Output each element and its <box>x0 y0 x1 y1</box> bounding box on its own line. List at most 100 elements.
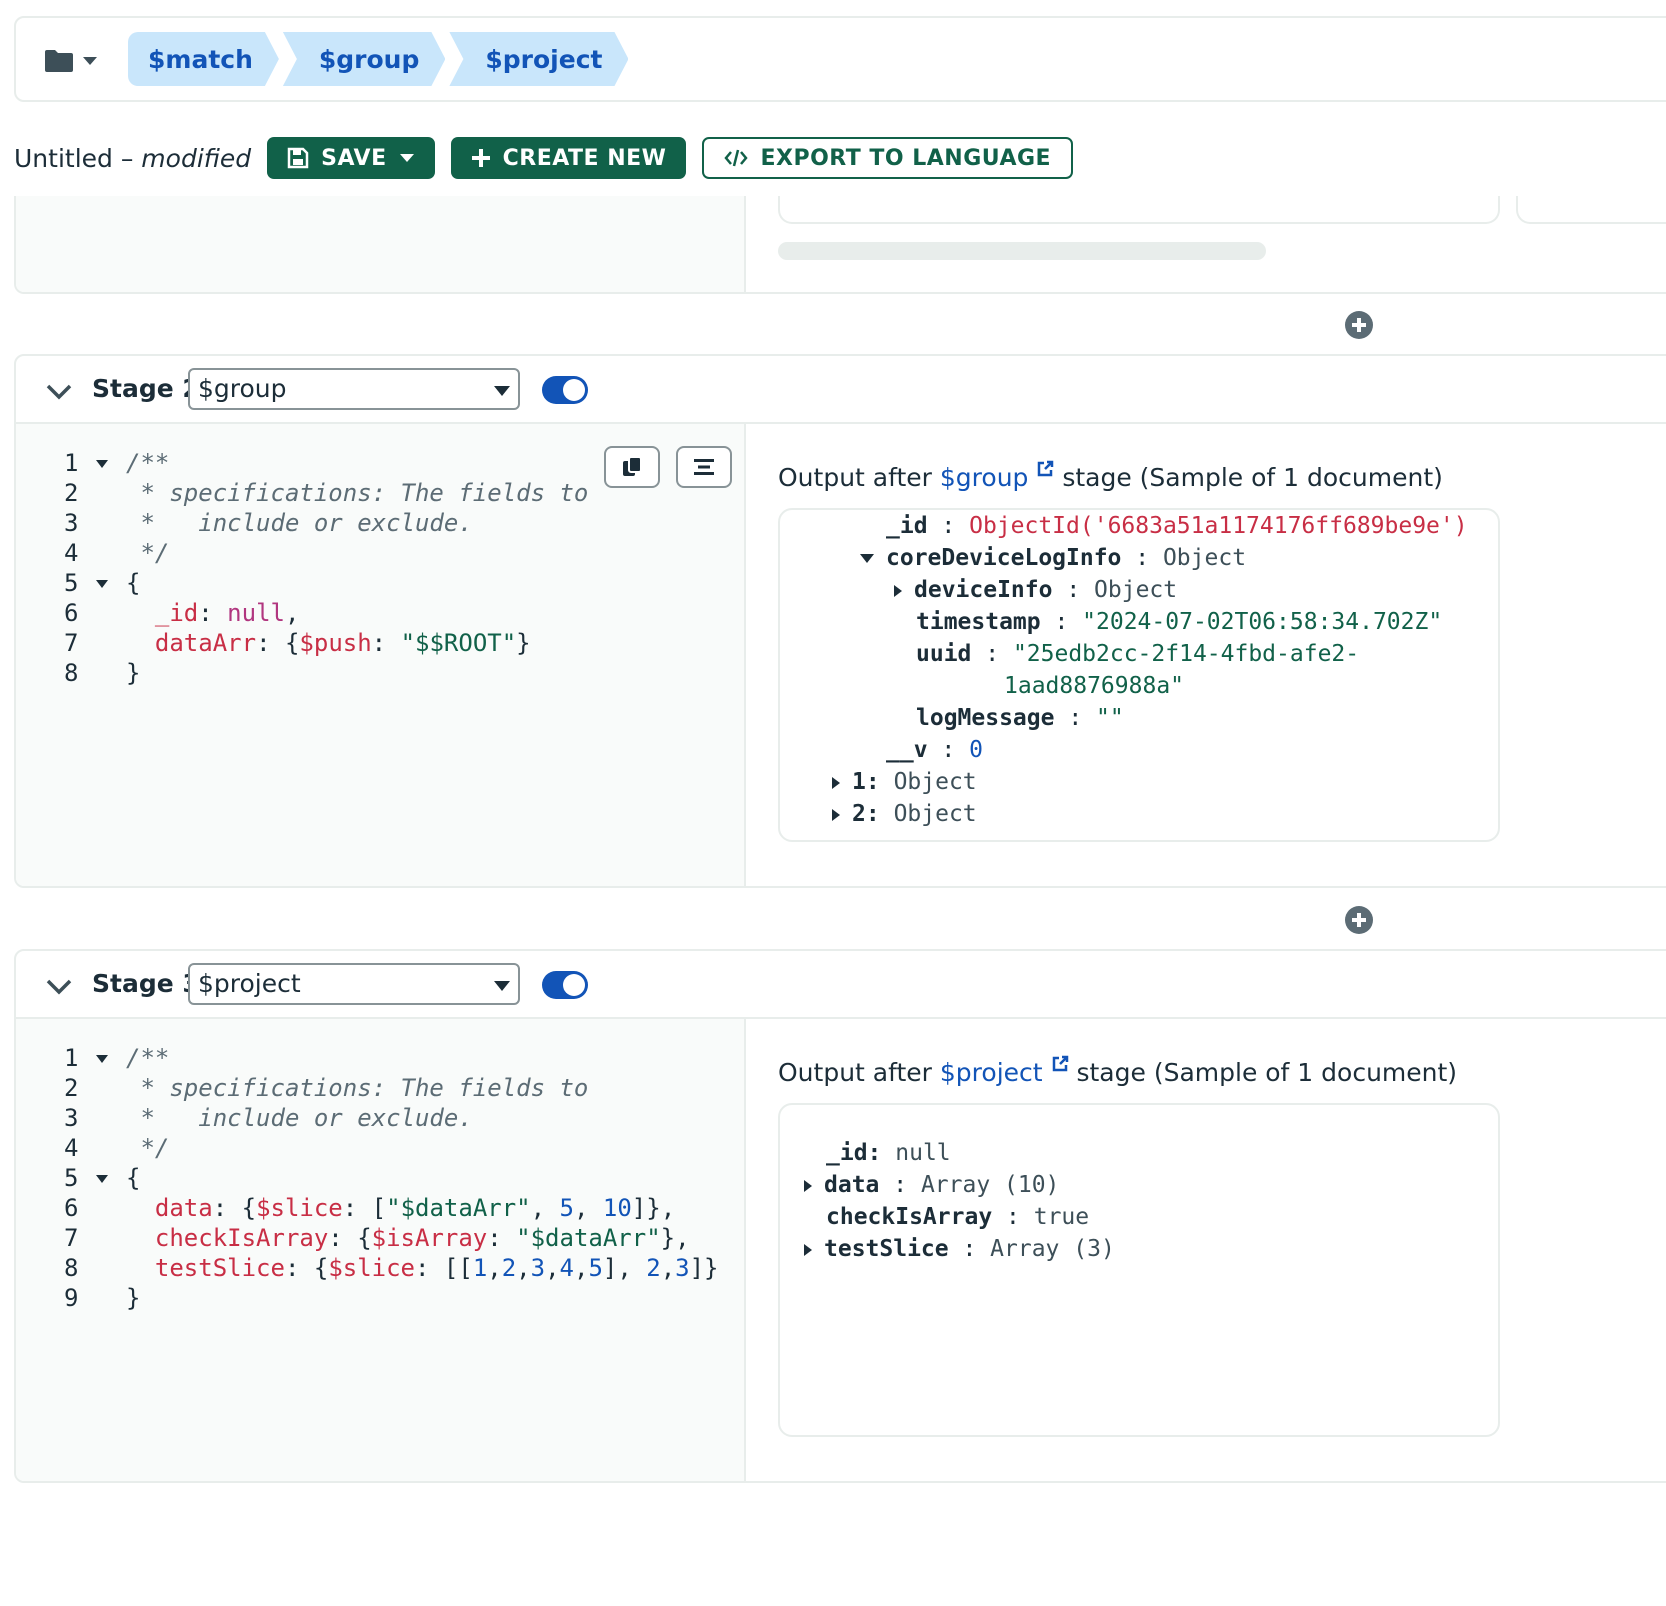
title-separator: – <box>112 143 142 173</box>
collapse-chevron-icon[interactable] <box>44 971 74 1001</box>
line-number: 1 <box>64 1044 79 1072</box>
pipeline-title: Untitled – modified <box>14 144 251 173</box>
copy-icon <box>623 456 642 476</box>
line-number: 7 <box>64 1224 79 1252</box>
field-log-message: logMessage : "" <box>916 705 1124 731</box>
code-line-6: _id: null, <box>154 599 300 627</box>
format-button[interactable] <box>676 446 732 488</box>
breadcrumb-stage-project[interactable]: $project <box>449 32 628 86</box>
line-number: 8 <box>64 1254 79 1282</box>
external-link-icon[interactable] <box>1051 1055 1069 1073</box>
stage-1-card <box>14 196 1666 294</box>
stage-2-header: Stage 2 $group <box>16 356 1666 424</box>
field-id: _id: null <box>826 1140 951 1166</box>
field-uuid-continued: 1aad8876988a" <box>1004 673 1185 699</box>
stage-2-docs-link[interactable]: $group <box>940 463 1029 492</box>
code-line-2: * specifications: The fields to <box>126 1074 589 1102</box>
toggle-knob <box>563 379 585 401</box>
stage-1-output-doc-tail <box>778 196 1500 224</box>
line-number: 5 <box>64 569 79 597</box>
fold-arrow-icon[interactable] <box>96 1055 108 1063</box>
document-tree: _id : ObjectId('6683a51a1174176ff689be9e… <box>780 510 1468 840</box>
line-number: 6 <box>64 1194 79 1222</box>
code-line-1: /** <box>126 449 170 477</box>
stage-2-operator-value: $group <box>198 374 287 403</box>
expand-arrow-icon[interactable] <box>860 554 874 563</box>
line-number: 4 <box>64 539 79 567</box>
code-line-9: } <box>126 1284 141 1312</box>
stage-2-operator-select[interactable]: $group <box>188 368 520 410</box>
field-core-device-log-info[interactable]: coreDeviceLogInfo : Object <box>860 542 1246 574</box>
code-icon <box>724 149 749 167</box>
line-number: 2 <box>64 1074 79 1102</box>
add-stage-button[interactable] <box>1345 311 1373 339</box>
copy-button[interactable] <box>604 446 660 488</box>
field-test-slice[interactable]: testSlice : Array (3) <box>804 1233 1115 1265</box>
modified-indicator: modified <box>141 143 252 173</box>
code-line-5: { <box>126 569 141 597</box>
code-line-6: data: {$slice: ["$dataArr", 5, 10]}, <box>154 1194 676 1222</box>
create-new-button[interactable]: CREATE NEW <box>450 137 687 179</box>
create-new-label: CREATE NEW <box>502 145 667 171</box>
horizontal-scrollbar[interactable] <box>778 242 1266 260</box>
line-number: 3 <box>64 1104 79 1132</box>
line-number: 1 <box>64 449 79 477</box>
breadcrumb-stage-match[interactable]: $match <box>128 32 279 86</box>
array-item-1[interactable]: 1: Object <box>832 766 977 798</box>
code-line-7: dataArr: {$push: "$$ROOT"} <box>154 629 531 657</box>
stage-1-output-doc-tail-2 <box>1516 196 1666 224</box>
line-number: 6 <box>64 599 79 627</box>
stage-3-card: Stage 3 $project 1 /** 2 * specification… <box>14 949 1666 1483</box>
code-line-3: * include or exclude. <box>126 509 473 537</box>
chevron-down-icon <box>494 981 510 991</box>
line-number: 2 <box>64 479 79 507</box>
line-number: 8 <box>64 659 79 687</box>
breadcrumb-stage-group[interactable]: $group <box>283 32 446 86</box>
code-line-1: /** <box>126 1044 170 1072</box>
stage-3-docs-link[interactable]: $project <box>940 1058 1043 1087</box>
export-to-language-button[interactable]: EXPORT TO LANGUAGE <box>702 137 1074 179</box>
folder-icon <box>45 50 73 72</box>
code-line-4: */ <box>126 539 170 567</box>
save-button[interactable]: SAVE <box>267 137 435 179</box>
stage-2-label: Stage 2 <box>92 374 200 403</box>
chevron-down-icon <box>399 154 414 162</box>
chevron-down-icon <box>494 386 510 396</box>
stage-3-operator-select[interactable]: $project <box>188 963 520 1005</box>
expand-arrow-icon[interactable] <box>832 776 840 789</box>
stage-2-output-document[interactable]: _id : ObjectId('6683a51a1174176ff689be9e… <box>778 508 1500 842</box>
expand-arrow-icon[interactable] <box>804 1179 812 1192</box>
stage-2-output-title: Output after $group stage (Sample of 1 d… <box>778 460 1443 492</box>
array-item-2[interactable]: 2: Object <box>832 798 977 830</box>
stage-3-header: Stage 3 $project <box>16 951 1666 1019</box>
expand-arrow-icon[interactable] <box>832 808 840 821</box>
collapse-chevron-icon[interactable] <box>44 376 74 406</box>
external-link-icon[interactable] <box>1036 460 1054 478</box>
saved-pipelines-button[interactable] <box>44 46 102 76</box>
code-line-3: * include or exclude. <box>126 1104 473 1132</box>
code-lines: 1 /** 2 * specifications: The fields to … <box>16 1019 719 1481</box>
stage-2-card: Stage 2 $group 1 /** 2 * specifications:… <box>14 354 1666 888</box>
field-device-info[interactable]: deviceInfo : Object <box>894 574 1177 606</box>
stage-1-editor-tail <box>16 196 746 292</box>
expand-arrow-icon[interactable] <box>894 584 902 597</box>
line-number: 3 <box>64 509 79 537</box>
stage-2-enable-toggle[interactable] <box>542 376 588 404</box>
stage-2-code-editor[interactable]: 1 /** 2 * specifications: The fields to … <box>16 424 746 886</box>
fold-arrow-icon[interactable] <box>96 1175 108 1183</box>
fold-arrow-icon[interactable] <box>96 460 108 468</box>
expand-arrow-icon[interactable] <box>804 1243 812 1256</box>
pipeline-breadcrumb-bar: $match $group $project <box>14 16 1666 102</box>
code-line-5: { <box>126 1164 141 1192</box>
fold-arrow-icon[interactable] <box>96 580 108 588</box>
field-data[interactable]: data : Array (10) <box>804 1169 1059 1201</box>
code-line-7: checkIsArray: {$isArray: "$dataArr"}, <box>154 1224 690 1252</box>
stage-3-enable-toggle[interactable] <box>542 971 588 999</box>
plus-icon <box>471 149 490 167</box>
add-stage-button[interactable] <box>1345 906 1373 934</box>
code-line-2: * specifications: The fields to <box>126 479 589 507</box>
stage-3-output-document[interactable]: _id: null data : Array (10) checkIsArray… <box>778 1103 1500 1437</box>
code-line-4: */ <box>126 1134 170 1162</box>
pipeline-name: Untitled <box>14 143 113 173</box>
stage-3-code-editor[interactable]: 1 /** 2 * specifications: The fields to … <box>16 1019 746 1481</box>
